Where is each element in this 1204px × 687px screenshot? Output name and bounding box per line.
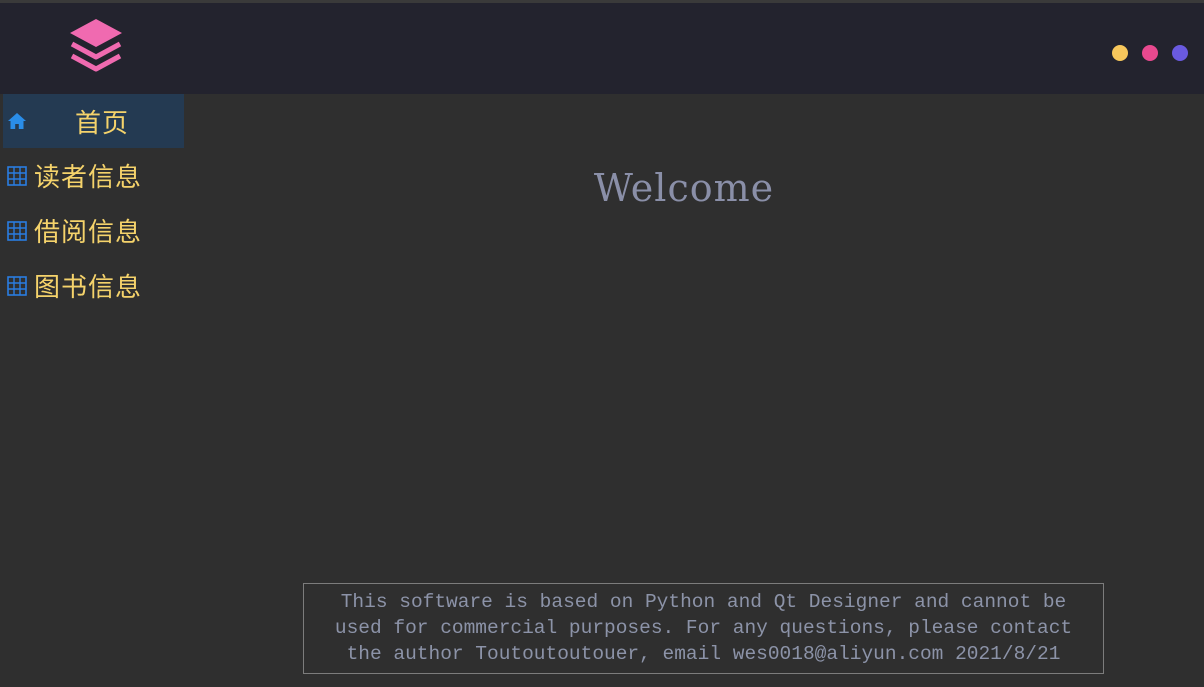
license-notice: This software is based on Python and Qt …: [303, 583, 1104, 674]
layers-icon: [70, 19, 122, 72]
sidebar-item-books[interactable]: 图书信息: [3, 258, 184, 313]
table-icon: [5, 219, 29, 243]
title-bar[interactable]: [0, 0, 1204, 94]
window-controls: [1112, 45, 1188, 61]
notice-line: This software is based on Python and Qt …: [340, 591, 1067, 613]
sidebar-item-label: 读者信息: [34, 163, 143, 193]
sidebar-item-label: 首页: [75, 108, 130, 139]
minimize-dot[interactable]: [1112, 45, 1128, 61]
sidebar-nav: 首页 读者信息 借阅信息 图书信息: [3, 94, 184, 313]
sidebar-item-home[interactable]: 首页: [3, 94, 184, 148]
sidebar-item-label: 借阅信息: [34, 218, 143, 248]
app-window: 首页 读者信息 借阅信息 图书信息 Welcome This software …: [0, 0, 1204, 687]
notice-line: used for commercial purposes. For any qu…: [334, 617, 1073, 639]
home-icon: [5, 109, 29, 133]
table-icon: [5, 164, 29, 188]
sidebar-item-borrowing[interactable]: 借阅信息: [3, 203, 184, 258]
notice-line: the author Toutoutoutouer, email wes0018…: [346, 643, 1061, 665]
sidebar-item-readers[interactable]: 读者信息: [3, 148, 184, 203]
sidebar-item-label: 图书信息: [34, 273, 143, 303]
welcome-heading: Welcome: [593, 166, 775, 210]
table-icon: [5, 274, 29, 298]
maximize-dot[interactable]: [1142, 45, 1158, 61]
close-dot[interactable]: [1172, 45, 1188, 61]
